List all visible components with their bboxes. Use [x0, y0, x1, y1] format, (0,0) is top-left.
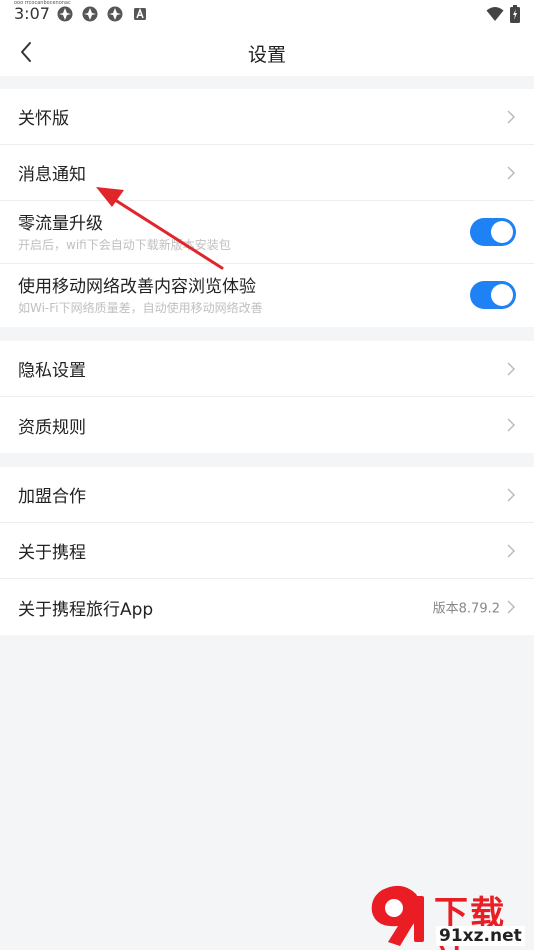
status-icons-right: [486, 5, 520, 23]
row-label: 关于携程旅行App: [18, 599, 154, 620]
settings-row-care-mode[interactable]: 关怀版: [0, 89, 534, 145]
chevron-right-icon: [507, 165, 516, 180]
row-subtitle: 开启后，wifi下会自动下载新版本安装包: [18, 238, 231, 252]
app-notification-icon: [107, 6, 123, 22]
chevron-right-icon: [507, 487, 516, 502]
watermark-url: 91xz.net: [436, 926, 525, 946]
chevron-right-icon: [507, 418, 516, 432]
mobile-network-boost-toggle[interactable]: [470, 281, 516, 309]
row-label: 消息通知: [18, 165, 86, 185]
settings-row-about-app[interactable]: 关于携程旅行App 版本8.79.2: [0, 579, 534, 635]
settings-row-privacy[interactable]: 隐私设置: [0, 341, 534, 397]
settings-group-general: 关怀版 消息通知 零流量升级 开启后，wifi下会自动下载新版本安装包 使用移动…: [0, 89, 534, 327]
row-subtitle: 如Wi-Fi下网络质量差，自动使用移动网络改善: [18, 301, 263, 315]
row-label: 零流量升级: [18, 214, 103, 234]
settings-row-zero-data-upgrade: 零流量升级 开启后，wifi下会自动下载新版本安装包: [0, 201, 534, 264]
chevron-right-icon: [507, 600, 516, 614]
chevron-right-icon: [507, 109, 516, 124]
settings-row-notifications[interactable]: 消息通知: [0, 145, 534, 201]
app-version: 版本8.79.2: [432, 601, 500, 617]
status-icons-left: [56, 5, 149, 23]
wifi-icon: [486, 7, 504, 21]
settings-row-partnership[interactable]: 加盟合作: [0, 467, 534, 523]
header: 设置: [0, 28, 534, 76]
status-time: 3:07: [14, 4, 50, 23]
row-label: 加盟合作: [18, 487, 86, 507]
row-label: 关怀版: [18, 109, 69, 129]
watermark: 下载站 91xz.net: [362, 882, 534, 950]
settings-group-privacy: 隐私设置 资质规则: [0, 341, 534, 453]
row-label: 关于携程: [18, 543, 86, 563]
settings-row-qualification-rules[interactable]: 资质规则: [0, 397, 534, 453]
settings-row-mobile-network-boost: 使用移动网络改善内容浏览体验 如Wi-Fi下网络质量差，自动使用移动网络改善: [0, 264, 534, 327]
page-title: 设置: [247, 44, 286, 66]
chevron-right-icon: [507, 543, 516, 558]
watermark-logo-icon: [371, 885, 424, 946]
settings-group-about: 加盟合作 关于携程 关于携程旅行App 版本8.79.2: [0, 467, 534, 635]
toggle-knob: [491, 221, 513, 243]
row-label: 隐私设置: [18, 361, 86, 381]
chevron-right-icon: [507, 361, 516, 376]
battery-charging-icon: [510, 5, 520, 23]
toggle-knob: [491, 284, 513, 306]
row-label: 使用移动网络改善内容浏览体验: [18, 277, 256, 297]
row-label: 资质规则: [18, 417, 86, 438]
status-bar: ooo rrcocanbocenonac 3:07: [0, 0, 534, 28]
zero-data-upgrade-toggle[interactable]: [470, 218, 516, 246]
screen: ooo rrcocanbocenonac 3:07 设置 关怀版 消息通知 零流…: [0, 0, 534, 950]
app-a-icon: [134, 7, 146, 20]
settings-row-about-ctrip[interactable]: 关于携程: [0, 523, 534, 579]
app-notification-icon: [82, 6, 98, 22]
app-notification-icon: [57, 6, 73, 22]
